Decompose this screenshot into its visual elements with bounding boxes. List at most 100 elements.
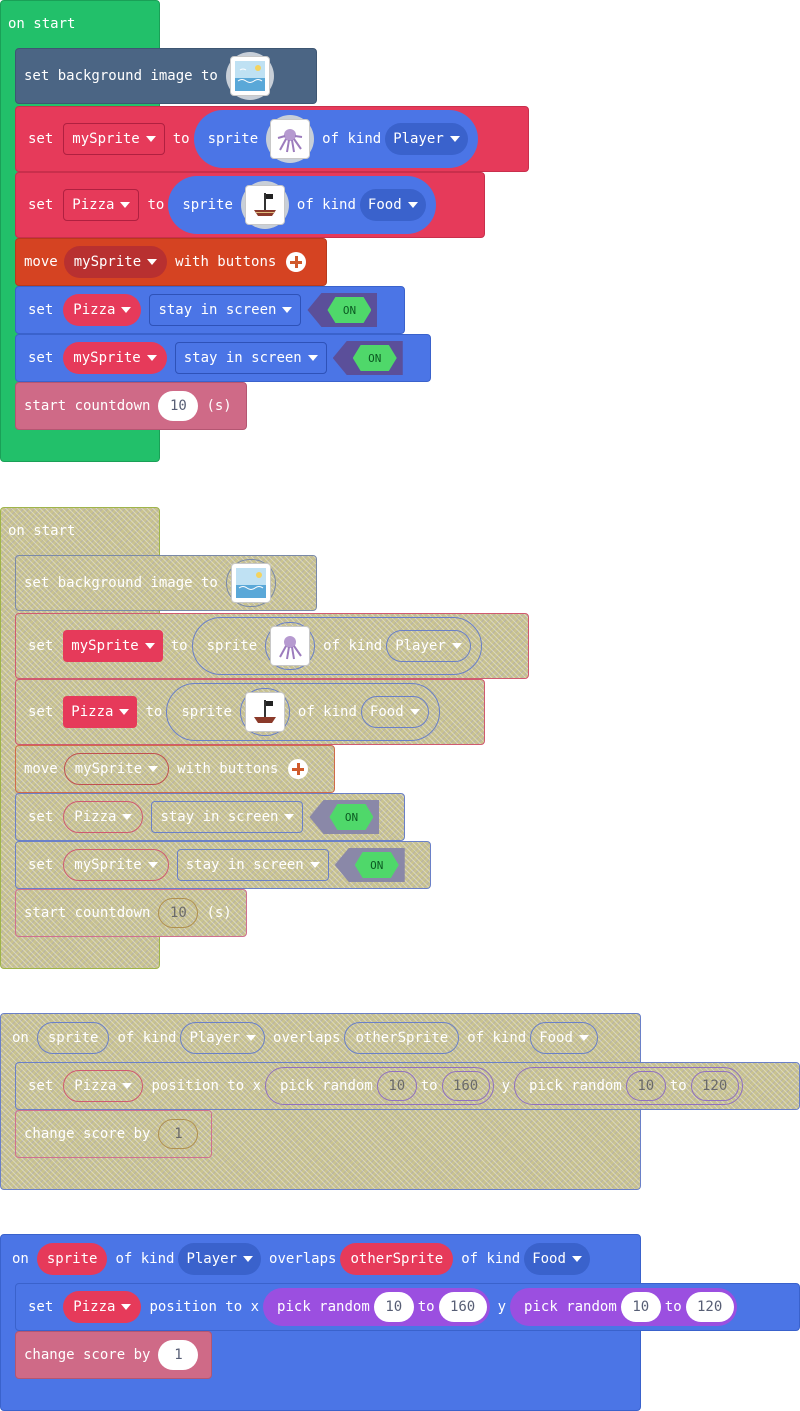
set-background-image-block[interactable]: set background image to: [15, 48, 317, 104]
y-min-input[interactable]: 10: [620, 1292, 661, 1322]
set-label: set: [28, 638, 54, 654]
chevron-down-icon: [122, 814, 133, 820]
variable-dropdown-mysprite[interactable]: mySprite: [63, 342, 167, 374]
pick-random-y-reporter[interactable]: pick random 10 to 120: [510, 1288, 737, 1326]
move-with-buttons-block[interactable]: move mySprite with buttons: [15, 238, 327, 286]
start-countdown-block[interactable]: start countdown 10 (s): [15, 382, 247, 430]
set-background-image-block[interactable]: set background image to: [15, 555, 317, 611]
move-with-buttons-block[interactable]: move mySprite with buttons: [15, 745, 335, 793]
sprite-of-kind-reporter[interactable]: sprite of kind Player: [193, 110, 478, 168]
on-off-toggle[interactable]: ON: [334, 848, 405, 882]
countdown-number-input[interactable]: 10: [158, 898, 199, 928]
chevron-down-icon: [144, 643, 155, 649]
start-countdown-label: start countdown: [24, 398, 151, 414]
sprite-of-kind-reporter[interactable]: sprite of kind Player: [191, 617, 482, 675]
change-score-block[interactable]: change score by 1: [15, 1110, 212, 1158]
kind-dropdown-player[interactable]: Player: [180, 1022, 266, 1054]
set-mysprite-stay-in-screen-block[interactable]: set mySprite stay in screen ON: [15, 841, 431, 889]
on-off-toggle[interactable]: ON: [307, 293, 378, 327]
y-max-input[interactable]: 120: [690, 1071, 739, 1101]
x-max-input[interactable]: 160: [438, 1292, 487, 1322]
kind-dropdown-food[interactable]: Food: [359, 189, 426, 221]
pirate-ship-icon[interactable]: [244, 185, 285, 225]
set-pizza-stay-in-screen-block[interactable]: set Pizza stay in screen ON: [15, 793, 405, 841]
kind-dropdown-player[interactable]: Player: [178, 1243, 262, 1275]
kind-dropdown-food[interactable]: Food: [524, 1243, 590, 1275]
start-countdown-block[interactable]: start countdown 10 (s): [15, 889, 247, 937]
chevron-down-icon: [121, 307, 132, 313]
y-max-input[interactable]: 120: [685, 1292, 734, 1322]
change-score-block[interactable]: change score by 1: [15, 1331, 212, 1379]
chevron-down-icon: [449, 136, 460, 142]
pick-random-x-reporter[interactable]: pick random 10 to 160: [263, 1288, 490, 1326]
with-buttons-label: with buttons: [177, 761, 279, 777]
variable-dropdown-pizza[interactable]: Pizza: [63, 696, 138, 728]
on-off-toggle[interactable]: ON: [332, 341, 403, 375]
octopus-icon[interactable]: [270, 626, 311, 666]
variable-dropdown-mysprite[interactable]: mySprite: [63, 123, 165, 155]
variable-dropdown-mysprite[interactable]: mySprite: [63, 246, 168, 278]
flag-dropdown-stay-in-screen[interactable]: stay in screen: [176, 849, 329, 881]
chevron-down-icon: [309, 862, 320, 868]
flag-dropdown-stay-in-screen[interactable]: stay in screen: [174, 342, 327, 374]
score-delta-input[interactable]: 1: [158, 1119, 199, 1149]
variable-dropdown-pizza[interactable]: Pizza: [63, 189, 140, 221]
expand-plus-icon[interactable]: [288, 759, 309, 779]
move-label: move: [24, 761, 58, 777]
countdown-number-input[interactable]: 10: [158, 391, 199, 421]
param-sprite[interactable]: sprite: [36, 1022, 110, 1054]
x-min-input[interactable]: 10: [376, 1071, 417, 1101]
with-buttons-label: with buttons: [175, 254, 277, 270]
param-other-sprite[interactable]: otherSprite: [340, 1243, 454, 1275]
kind-dropdown-player[interactable]: Player: [385, 123, 468, 155]
set-pizza-block[interactable]: set Pizza to sprite of kind Food: [15, 172, 485, 238]
chevron-down-icon: [147, 862, 158, 868]
ocean-scene-icon[interactable]: [230, 563, 271, 603]
variable-dropdown-mysprite[interactable]: mySprite: [63, 753, 170, 785]
on-start-label: on start: [8, 16, 76, 32]
set-label: set: [28, 704, 54, 720]
set-pizza-block[interactable]: set Pizza to sprite of kind Food: [15, 679, 485, 745]
chevron-down-icon: [571, 1256, 582, 1262]
param-other-sprite[interactable]: otherSprite: [344, 1022, 460, 1054]
y-min-input[interactable]: 10: [625, 1071, 666, 1101]
variable-dropdown-pizza[interactable]: Pizza: [63, 1070, 144, 1102]
variable-dropdown-pizza[interactable]: Pizza: [63, 294, 142, 326]
octopus-icon[interactable]: [270, 119, 311, 159]
kind-dropdown-player[interactable]: Player: [386, 630, 471, 662]
kind-dropdown-food[interactable]: Food: [530, 1022, 598, 1054]
on-start-label: on start: [8, 523, 76, 539]
set-mysprite-block[interactable]: set mySprite to sprite of kind Player: [15, 106, 529, 172]
variable-dropdown-pizza[interactable]: Pizza: [63, 1291, 142, 1323]
pick-random-y-reporter[interactable]: pick random 10 to 120: [514, 1067, 743, 1105]
seconds-unit-label: (s): [206, 398, 232, 414]
variable-dropdown-mysprite[interactable]: mySprite: [63, 630, 163, 662]
variable-dropdown-pizza[interactable]: Pizza: [63, 801, 144, 833]
x-min-input[interactable]: 10: [373, 1292, 414, 1322]
set-label: set: [28, 1078, 54, 1094]
kind-dropdown-food[interactable]: Food: [360, 696, 429, 728]
pirate-ship-icon[interactable]: [244, 692, 285, 732]
param-sprite[interactable]: sprite: [36, 1243, 108, 1275]
on-off-toggle[interactable]: ON: [309, 800, 380, 834]
set-pizza-stay-in-screen-block[interactable]: set Pizza stay in screen ON: [15, 286, 405, 334]
expand-plus-icon[interactable]: [286, 252, 307, 272]
set-position-block[interactable]: set Pizza position to x pick random 10 t…: [15, 1062, 800, 1110]
chevron-down-icon: [121, 1304, 132, 1310]
flag-dropdown-stay-in-screen[interactable]: stay in screen: [151, 801, 304, 833]
chevron-down-icon: [145, 136, 156, 142]
ocean-scene-icon[interactable]: [229, 56, 270, 96]
set-position-block[interactable]: set Pizza position to x pick random 10 t…: [15, 1283, 800, 1331]
sprite-of-kind-reporter[interactable]: sprite of kind Food: [168, 176, 436, 234]
set-label: set: [28, 1299, 54, 1315]
pick-random-x-reporter[interactable]: pick random 10 to 160: [265, 1067, 494, 1105]
sprite-of-kind-reporter[interactable]: sprite of kind Food: [166, 683, 440, 741]
set-mysprite-block[interactable]: set mySprite to sprite of kind Player: [15, 613, 529, 679]
x-max-input[interactable]: 160: [441, 1071, 490, 1101]
variable-dropdown-mysprite[interactable]: mySprite: [63, 849, 169, 881]
score-delta-input[interactable]: 1: [158, 1340, 199, 1370]
flag-dropdown-stay-in-screen[interactable]: stay in screen: [149, 294, 302, 326]
set-mysprite-stay-in-screen-block[interactable]: set mySprite stay in screen ON: [15, 334, 431, 382]
set-label: set: [28, 350, 54, 366]
chevron-down-icon: [282, 307, 293, 313]
